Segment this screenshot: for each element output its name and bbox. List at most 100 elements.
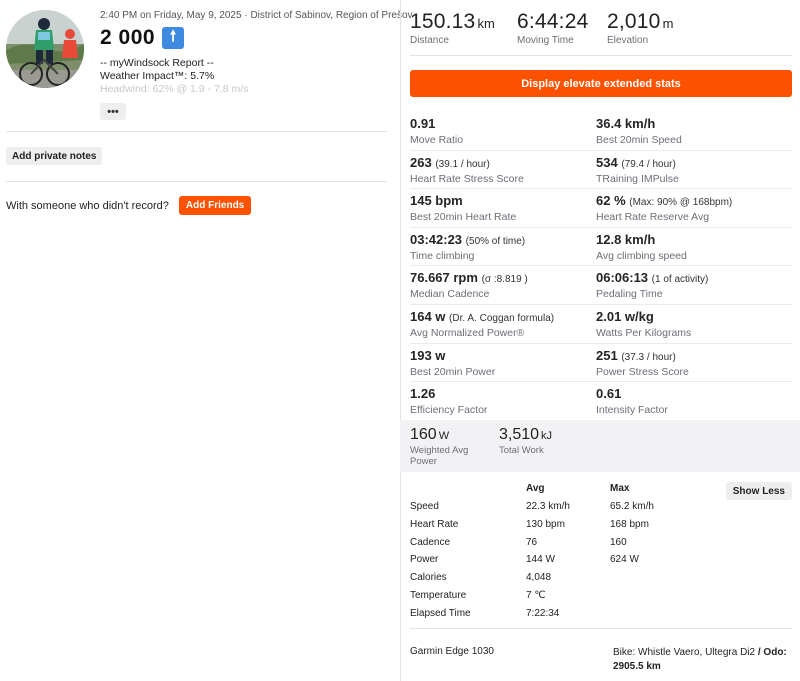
divider xyxy=(410,55,792,56)
stat-cell: 145 bpm Best 20min Heart Rate xyxy=(410,193,516,223)
activity-title: 2 000 xyxy=(100,26,156,49)
row-avg: 7:22:34 xyxy=(526,607,560,619)
stat-cell: 76.667 rpm (σ :8.819 ) Median Cadence xyxy=(410,270,528,300)
table-row: Speed 22.3 km/h 65.2 km/h xyxy=(410,501,792,518)
row-avg: 4,048 xyxy=(526,572,552,584)
weighted-value: 160 xyxy=(410,426,437,443)
summary-unit: m xyxy=(662,16,674,31)
description-line: -- myWindsock Report -- xyxy=(100,57,214,69)
row-max: 65.2 km/h xyxy=(610,501,654,512)
row-avg: 130 bpm xyxy=(526,518,565,530)
stat-cell: 0.61 Intensity Factor xyxy=(596,386,668,416)
weighted-label: Weighted Avg Power xyxy=(410,445,469,467)
stat-value-text: 0.91 xyxy=(410,116,436,131)
description-line: Headwind: 62% @ 1.9 - 7.8 m/s xyxy=(100,83,249,95)
summary-label: Elevation xyxy=(607,35,649,46)
athlete-avatar[interactable] xyxy=(6,10,84,88)
description-line: Weather Impact™: 5.7% xyxy=(100,70,215,82)
activity-description: -- myWindsock Report -- Weather Impact™:… xyxy=(100,57,395,101)
stat-note: (50% of time) xyxy=(465,235,526,247)
row-avg: 76 xyxy=(526,536,538,548)
stat-label: Move Ratio xyxy=(410,134,464,146)
stat-value-text: 263 xyxy=(410,154,432,170)
title-row: 2 000 🠕 xyxy=(100,25,395,51)
row-max: 624 W xyxy=(610,554,639,566)
divider xyxy=(6,131,387,132)
bike-name: Bike: Whistle Vaero, Ultegra Di2 xyxy=(613,647,756,658)
stat-label: Pedaling Time xyxy=(596,288,663,301)
table-row: Power 144 W 624 W xyxy=(410,554,792,571)
stat-value-text: 145 bpm xyxy=(410,193,463,209)
stat-value: 76.667 rpm (σ :8.819 ) xyxy=(410,270,528,285)
stat-note: (σ :8.819 ) xyxy=(481,274,528,286)
stat-cell: 0.91 Move Ratio xyxy=(410,116,463,146)
stat-value-text: 534 xyxy=(596,154,618,170)
stat-value-text: 03:42:23 xyxy=(410,231,463,247)
weighted-unit: W xyxy=(438,430,450,442)
weighted-unit: kJ xyxy=(541,430,553,442)
stat-row: 76.667 rpm (σ :8.819 ) Median Cadence 06:0… xyxy=(410,266,792,305)
stat-row: 263 (39.1 / hour) Heart Rate Stress Score… xyxy=(410,151,792,190)
row-max: 168 bpm xyxy=(610,518,649,530)
stat-label: Median Cadence xyxy=(410,288,490,301)
table-row: Cadence 76 160 xyxy=(410,537,792,554)
stat-label: Best 20min Heart Rate xyxy=(410,211,517,224)
stat-value-text: 36.4 km/h xyxy=(596,116,656,131)
stat-note: (37.3 / hour) xyxy=(621,351,676,363)
add-private-notes-button[interactable]: Add private notes xyxy=(6,147,103,165)
stat-label: Watts Per Kilograms xyxy=(596,326,692,339)
stat-label: Intensity Factor xyxy=(596,404,668,417)
stat-cell: 251 (37.3 / hour) Power Stress Score xyxy=(596,348,689,378)
stat-value: 0.61 xyxy=(596,386,668,401)
arrow-up-icon[interactable]: 🠕 xyxy=(162,27,185,49)
stat-row: 1.26 Efficiency Factor 0.61 Intensity Facto… xyxy=(410,382,792,421)
extended-stats-grid: 0.91 Move Ratio 36.4 km/h Best 20min Speed 2… xyxy=(410,112,792,421)
column-header-avg: Avg xyxy=(526,483,545,494)
stat-row: 145 bpm Best 20min Heart Rate 62 % (Max: 9… xyxy=(410,189,792,228)
stat-cell: 36.4 km/h Best 20min Speed xyxy=(596,116,682,146)
add-friends-button[interactable]: Add Friends xyxy=(178,196,252,215)
more-button[interactable]: ••• xyxy=(100,103,126,120)
stat-value-text: 76.667 rpm xyxy=(410,270,478,286)
activity-panel: 2:40 PM on Friday, May 9, 2025 · Distric… xyxy=(0,0,413,681)
activity-meta: 2:40 PM on Friday, May 9, 2025 · Distric… xyxy=(100,10,413,21)
stat-value-text: 251 xyxy=(596,347,618,363)
table-row: Heart Rate 130 bpm 168 bpm xyxy=(410,519,792,536)
row-label: Speed xyxy=(410,501,439,512)
stat-value-text: 1.26 xyxy=(410,386,436,402)
stat-cell: 534 (79.4 / hour) TRaining IMPulse xyxy=(596,155,679,185)
stat-value: 164 w (Dr. A. Coggan formula) xyxy=(410,309,554,324)
column-header-max: Max xyxy=(610,483,630,494)
column-divider xyxy=(400,0,401,681)
summary-value: 150.13 xyxy=(410,10,476,33)
stat-label: Efficiency Factor xyxy=(410,404,488,417)
stat-value: 1.26 xyxy=(410,386,487,401)
stat-value-text: 06:06:13 xyxy=(596,270,649,286)
stat-label: Avg climbing speed xyxy=(596,249,687,262)
odo-value: 2905.5 km xyxy=(613,661,661,672)
stat-label: Heart Rate Reserve Avg xyxy=(596,211,710,224)
stat-cell: 1.26 Efficiency Factor xyxy=(410,386,487,416)
stat-value-text: 0.61 xyxy=(596,386,622,402)
weighted-value: 3,510 xyxy=(499,426,540,443)
weighted-label: Total Work xyxy=(499,445,544,456)
row-label: Elapsed Time xyxy=(410,607,471,619)
stat-cell: 164 w (Dr. A. Coggan formula) Avg Normali… xyxy=(410,309,554,339)
stat-cell: 03:42:23 (50% of time) Time climbing xyxy=(410,232,525,262)
summary-distance: 150.13 km Distance xyxy=(410,10,495,46)
stat-value: 145 bpm xyxy=(410,193,516,208)
stat-value: 06:06:13 (1 of activity) xyxy=(596,270,708,285)
total-work: 3,510 kJ Total Work xyxy=(499,426,552,456)
show-less-button[interactable]: Show Less xyxy=(725,482,792,500)
stat-value: 263 (39.1 / hour) xyxy=(410,155,524,170)
summary-value: 6:44:24 xyxy=(517,10,589,33)
summary-label: Distance xyxy=(410,35,449,46)
stat-cell: 2.01 w/kg Watts Per Kilograms xyxy=(596,309,691,339)
stat-row: 0.91 Move Ratio 36.4 km/h Best 20min Speed xyxy=(410,112,792,151)
row-label: Power xyxy=(410,554,439,566)
display-elevate-stats-button[interactable]: Display elevate extended stats xyxy=(410,70,792,97)
stat-note: (Max: 90% @ 168bpm) xyxy=(629,197,733,209)
row-max: 160 xyxy=(610,536,627,548)
activity-header: 2:40 PM on Friday, May 9, 2025 · Distric… xyxy=(100,10,413,120)
row-label: Calories xyxy=(410,572,447,584)
